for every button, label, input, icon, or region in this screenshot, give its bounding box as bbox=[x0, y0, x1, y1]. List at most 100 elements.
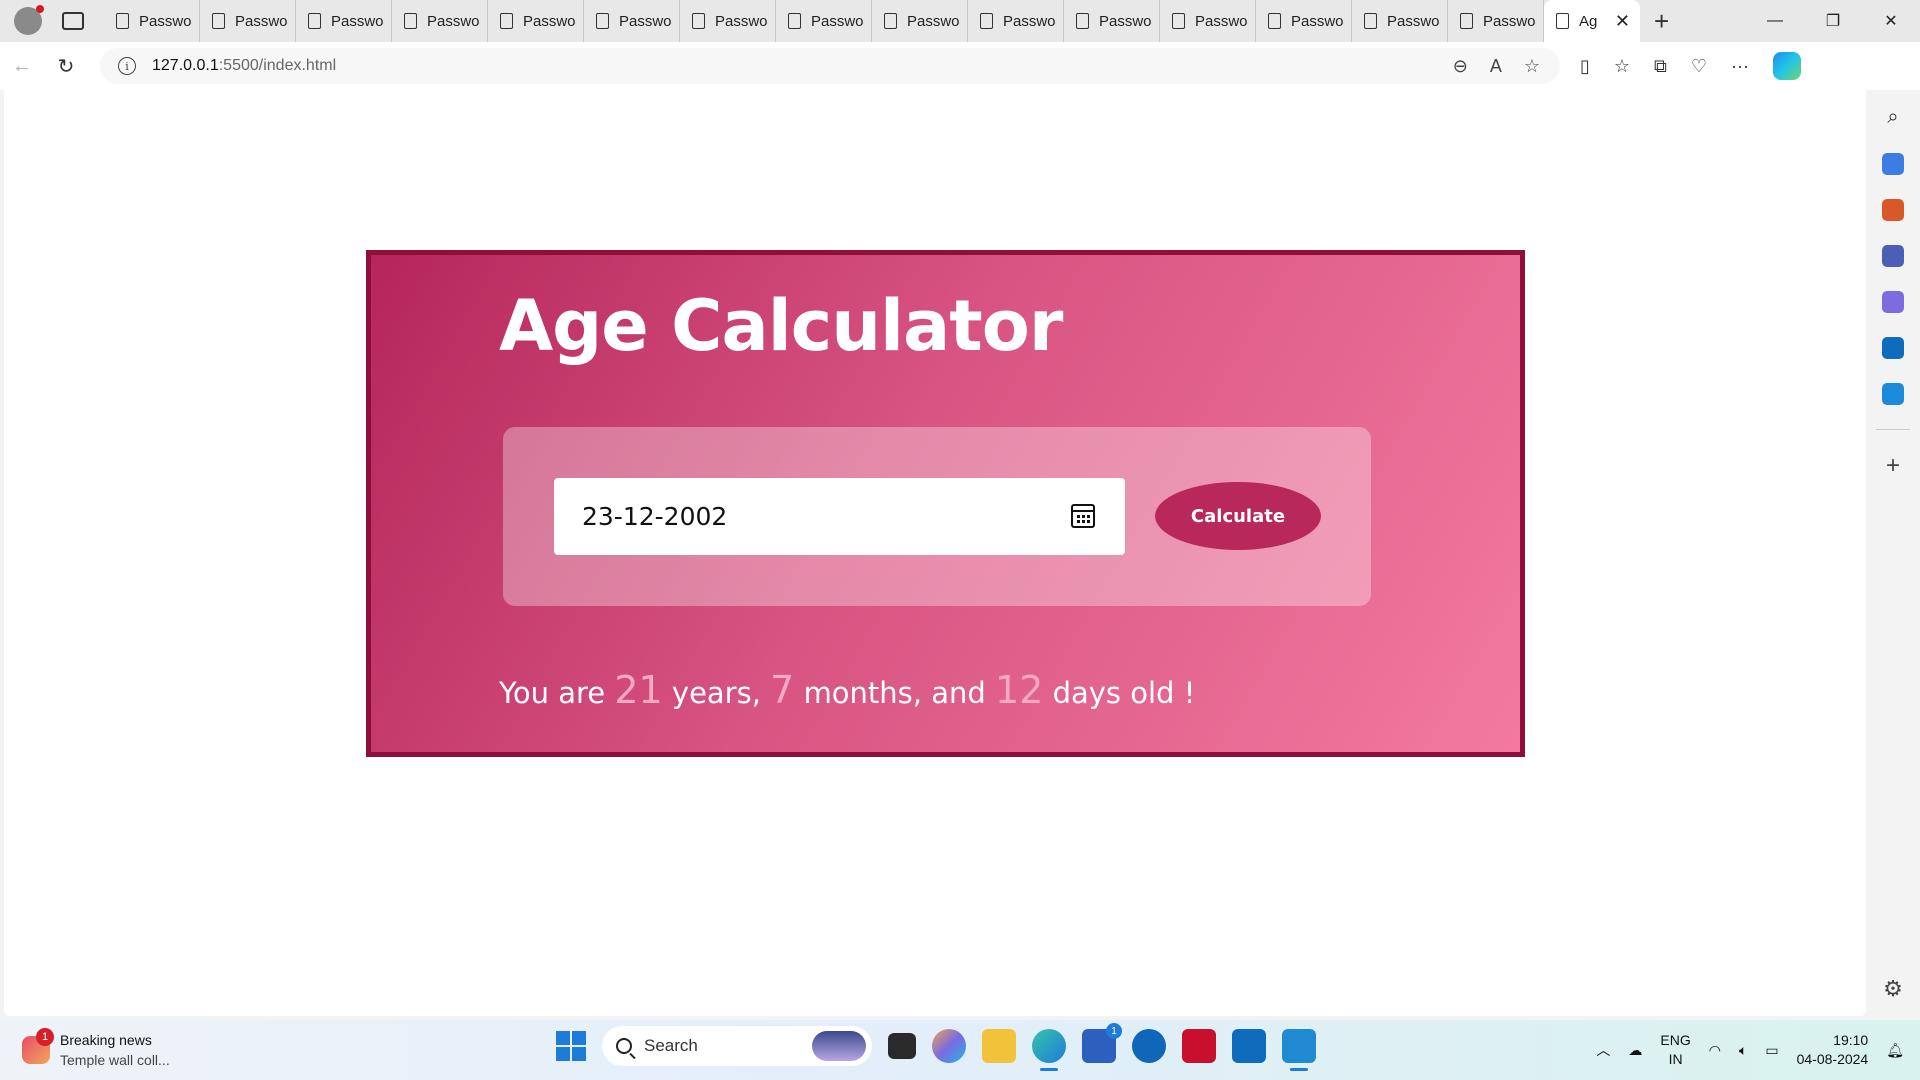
new-tab-icon[interactable]: + bbox=[1654, 8, 1669, 34]
tab-label: Passwo bbox=[1387, 12, 1440, 30]
browser-tab[interactable]: Passwo bbox=[776, 0, 872, 42]
browser-tab[interactable]: Passwo bbox=[1064, 0, 1160, 42]
browser-essentials-icon[interactable]: ♡ bbox=[1691, 56, 1707, 77]
volume-icon[interactable]: 🔈︎ bbox=[1739, 1042, 1747, 1059]
page-icon bbox=[1172, 13, 1185, 29]
battery-icon[interactable]: ▭ bbox=[1765, 1042, 1778, 1059]
copilot-app-icon[interactable] bbox=[932, 1029, 966, 1063]
news-icon: 1 bbox=[22, 1028, 54, 1064]
page-icon bbox=[884, 13, 897, 29]
onedrive-cloud-icon[interactable]: ☁ bbox=[1628, 1042, 1642, 1059]
birth-date-input[interactable]: 23-12-2002 bbox=[554, 478, 1125, 555]
copilot-icon[interactable] bbox=[1773, 52, 1802, 80]
tab-label: Ag bbox=[1579, 12, 1598, 30]
browser-tab[interactable]: Passwo bbox=[200, 0, 296, 42]
page-icon bbox=[596, 13, 609, 29]
search-placeholder: Search bbox=[644, 1036, 698, 1055]
notifications-icon[interactable]: 🔔︎ bbox=[1886, 1042, 1904, 1059]
calendar-icon[interactable] bbox=[1071, 504, 1095, 528]
page-icon bbox=[404, 13, 417, 29]
microsoft-store-icon[interactable]: 1 bbox=[1082, 1023, 1122, 1063]
collections-icon[interactable]: ⧉ bbox=[1654, 56, 1667, 77]
show-hidden-icons-icon[interactable]: ︿ bbox=[1596, 1040, 1610, 1060]
browser-tab[interactable]: Passwo bbox=[392, 0, 488, 42]
mcafee-icon[interactable] bbox=[1182, 1029, 1216, 1063]
browser-tab[interactable]: Passwo bbox=[104, 0, 200, 42]
close-window-icon[interactable]: ✕ bbox=[1862, 0, 1920, 42]
url-path: :5500/index.html bbox=[218, 57, 337, 74]
taskbar-search[interactable]: Search bbox=[602, 1026, 872, 1066]
back-arrow-icon[interactable]: ← bbox=[0, 48, 44, 84]
page-icon bbox=[1076, 13, 1089, 29]
read-aloud-icon[interactable]: A bbox=[1490, 56, 1502, 77]
task-view-icon[interactable] bbox=[888, 1033, 916, 1059]
file-explorer-icon[interactable] bbox=[982, 1029, 1016, 1063]
browser-tab[interactable]: Passwo bbox=[1160, 0, 1256, 42]
favorites-icon[interactable]: ☆ bbox=[1614, 56, 1630, 77]
search-icon[interactable]: ⌕ bbox=[1887, 106, 1898, 129]
site-info-icon[interactable]: i bbox=[118, 57, 136, 75]
url-host: 127.0.0.1 bbox=[152, 57, 219, 74]
search-icon bbox=[616, 1038, 632, 1054]
windows-start-icon[interactable] bbox=[556, 1031, 586, 1061]
clock[interactable]: 19:10 04-08-2024 bbox=[1797, 1031, 1869, 1069]
browser-tab[interactable]: Passwo bbox=[680, 0, 776, 42]
vscode-icon[interactable] bbox=[1282, 1029, 1316, 1071]
games-icon[interactable] bbox=[1882, 245, 1904, 267]
refresh-icon[interactable]: ↻ bbox=[44, 48, 88, 84]
tab-label: Passwo bbox=[1291, 12, 1344, 30]
wifi-icon[interactable]: ◠ bbox=[1709, 1042, 1721, 1059]
browser-tab[interactable]: Passwo bbox=[872, 0, 968, 42]
page-icon bbox=[1364, 13, 1377, 29]
result-prefix: You are bbox=[499, 676, 606, 710]
calculate-button[interactable]: Calculate bbox=[1155, 482, 1321, 550]
news-widget[interactable]: 1 Breaking news Temple wall coll... bbox=[22, 1028, 170, 1070]
send-icon[interactable] bbox=[1882, 383, 1904, 405]
favorite-star-icon[interactable]: ☆ bbox=[1524, 56, 1540, 77]
window-controls: — ❐ ✕ bbox=[1746, 0, 1920, 42]
dell-icon[interactable] bbox=[1132, 1029, 1166, 1063]
sidebar-settings-icon[interactable]: ⚙ bbox=[1883, 976, 1903, 1002]
tab-label: Passwo bbox=[331, 12, 384, 30]
split-screen-icon[interactable]: ▯ bbox=[1580, 56, 1590, 77]
restore-icon[interactable]: ❐ bbox=[1804, 0, 1862, 42]
browser-tab-active[interactable]: Ag ✕ bbox=[1544, 0, 1640, 42]
more-menu-icon[interactable]: ··· bbox=[1731, 56, 1749, 77]
shopping-tag-icon[interactable] bbox=[1882, 153, 1904, 175]
page-icon bbox=[1556, 13, 1569, 29]
language-indicator[interactable]: ENG IN bbox=[1660, 1031, 1690, 1069]
browser-tab[interactable]: Passwo bbox=[584, 0, 680, 42]
minimize-icon[interactable]: — bbox=[1746, 0, 1804, 42]
outlook-app-icon[interactable] bbox=[1232, 1029, 1266, 1063]
taskbar-apps: Search 1 bbox=[556, 1023, 1316, 1071]
edge-sidebar: ⌕ + ⚙ bbox=[1866, 90, 1920, 1016]
browser-tab[interactable]: Passwo bbox=[1352, 0, 1448, 42]
zoom-out-icon[interactable]: ⊖ bbox=[1453, 56, 1468, 77]
tools-briefcase-icon[interactable] bbox=[1882, 199, 1904, 221]
profile-avatar-icon[interactable] bbox=[14, 5, 44, 35]
page-icon bbox=[308, 13, 321, 29]
search-highlight-image bbox=[812, 1031, 866, 1061]
page-icon bbox=[692, 13, 705, 29]
browser-tab[interactable]: Passwo bbox=[488, 0, 584, 42]
browser-tab[interactable]: Passwo bbox=[1448, 0, 1544, 42]
tab-label: Passwo bbox=[715, 12, 768, 30]
tab-actions-icon[interactable] bbox=[62, 12, 84, 30]
edge-browser-icon[interactable] bbox=[1032, 1029, 1066, 1071]
tab-label: Passwo bbox=[139, 12, 192, 30]
microsoft-365-icon[interactable] bbox=[1882, 291, 1904, 313]
close-tab-icon[interactable]: ✕ bbox=[1615, 11, 1630, 32]
browser-tab[interactable]: Passwo bbox=[968, 0, 1064, 42]
tab-label: Passwo bbox=[427, 12, 480, 30]
tab-label: Passwo bbox=[1483, 12, 1536, 30]
browser-tab[interactable]: Passwo bbox=[1256, 0, 1352, 42]
outlook-icon[interactable] bbox=[1882, 337, 1904, 359]
browser-tab[interactable]: Passwo bbox=[296, 0, 392, 42]
tab-strip: Passwo Passwo Passwo Passwo Passwo Passw… bbox=[0, 0, 1920, 42]
add-sidebar-app-icon[interactable]: + bbox=[1886, 454, 1900, 478]
years-label: years, bbox=[671, 676, 761, 710]
tab-label: Passwo bbox=[811, 12, 864, 30]
address-bar[interactable]: i 127.0.0.1:5500/index.html ⊖ A ☆ bbox=[100, 48, 1560, 84]
page-title: Age Calculator bbox=[499, 285, 1063, 367]
url-text: 127.0.0.1:5500/index.html bbox=[152, 57, 336, 75]
